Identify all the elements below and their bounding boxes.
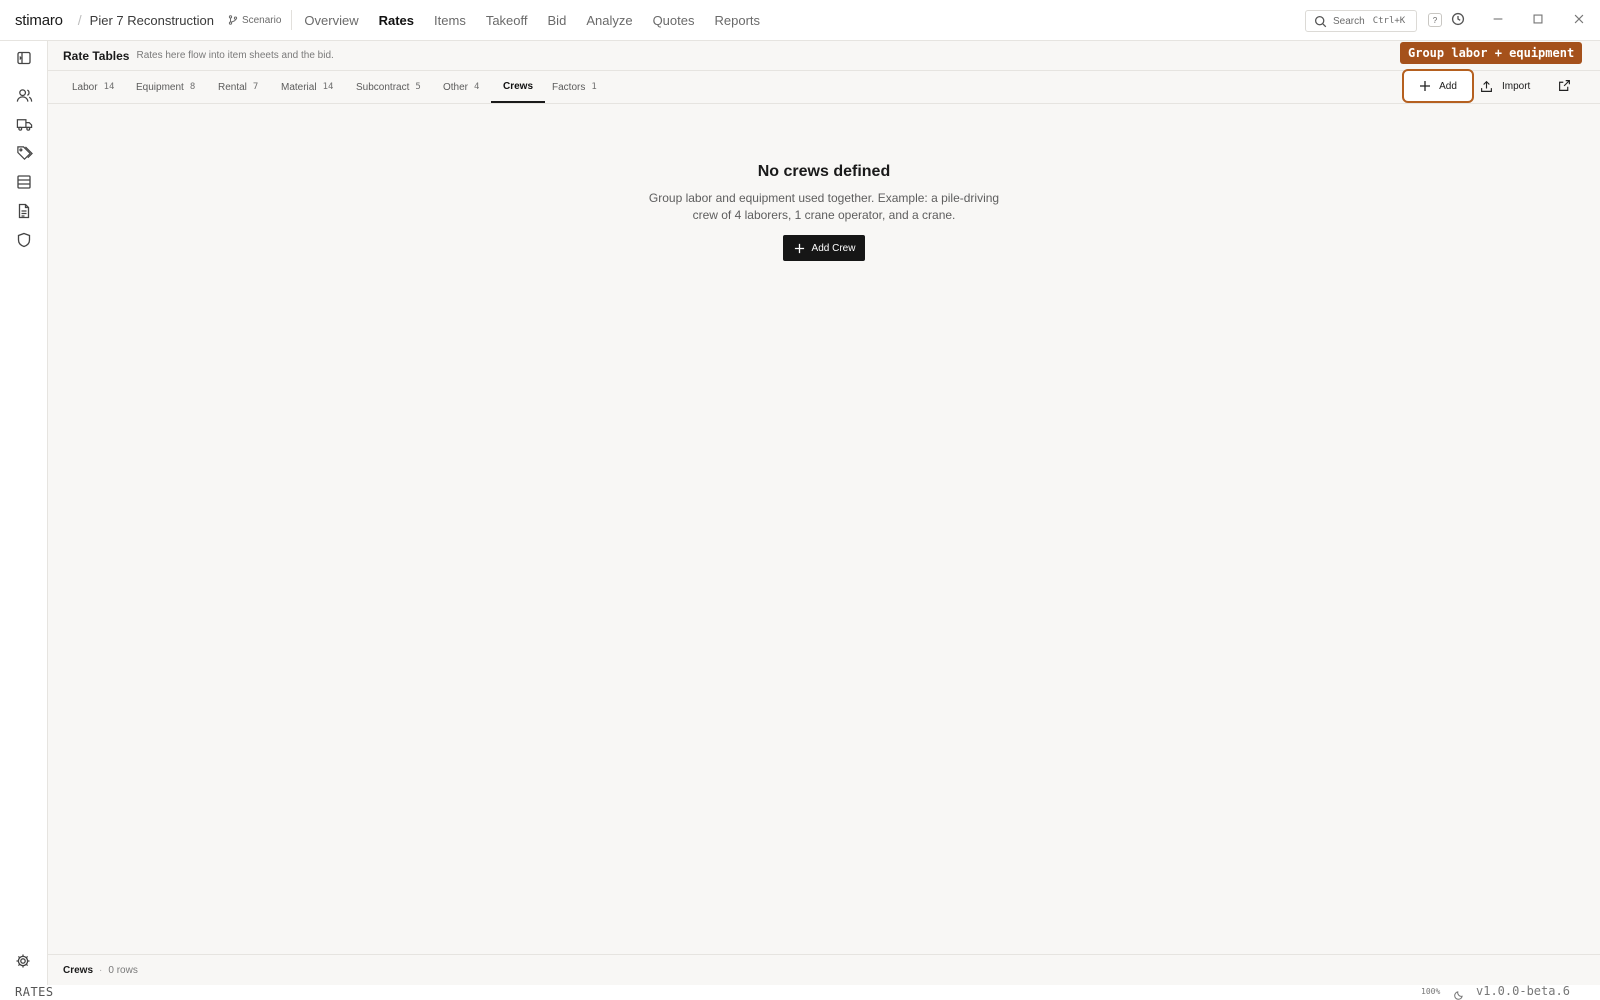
import-button-label: Import xyxy=(1502,80,1531,92)
history-icon[interactable] xyxy=(1451,12,1465,31)
tab-label: Material xyxy=(281,81,317,93)
plus-icon xyxy=(1420,81,1431,91)
branch-icon xyxy=(228,15,238,25)
nav-item-overview[interactable]: Overview xyxy=(304,13,358,28)
tab-material[interactable]: Material 14 xyxy=(281,71,333,103)
nav-item-bid[interactable]: Bid xyxy=(548,13,567,28)
footer-separator: · xyxy=(99,964,103,976)
help-button[interactable]: ? xyxy=(1428,13,1442,27)
users-icon[interactable] xyxy=(15,86,33,104)
shield-icon[interactable] xyxy=(15,231,33,249)
left-rail xyxy=(0,41,48,985)
tab-crews[interactable]: Crews xyxy=(491,71,546,103)
nav-item-takeoff[interactable]: Takeoff xyxy=(486,13,528,28)
theme-toggle-icon[interactable] xyxy=(1454,987,1464,1000)
zoom-level[interactable]: 100% xyxy=(1421,987,1440,996)
page-header: Rate Tables Rates here flow into item sh… xyxy=(48,41,1600,71)
tab-label: Factors xyxy=(552,81,586,93)
nav-item-analyze[interactable]: Analyze xyxy=(586,13,632,28)
settings-icon[interactable] xyxy=(15,953,31,974)
empty-state-title: No crews defined xyxy=(757,163,891,180)
tab-label: Rental xyxy=(218,81,247,93)
tab-label: Crews xyxy=(503,80,534,92)
app-version: v1.0.0-beta.6 xyxy=(1476,984,1570,998)
footer-table-name: Crews xyxy=(63,964,94,976)
tab-equipment[interactable]: Equipment 8 xyxy=(136,71,195,103)
tab-label: Labor xyxy=(72,81,98,93)
tab-count: 8 xyxy=(189,82,196,92)
page-title: Rate Tables xyxy=(63,48,130,63)
tab-factors[interactable]: Factors 1 xyxy=(552,71,597,103)
page-subtitle: Rates here flow into item sheets and the… xyxy=(136,50,334,61)
add-crew-button-label: Add Crew xyxy=(811,242,856,254)
add-button[interactable]: Add xyxy=(1402,69,1474,103)
table-icon[interactable] xyxy=(15,173,33,191)
document-icon[interactable] xyxy=(15,202,33,220)
tab-subcontract[interactable]: Subcontract 5 xyxy=(356,71,421,103)
app-logo[interactable]: stimaro xyxy=(15,12,63,29)
tab-label: Subcontract xyxy=(356,81,410,93)
tooltip: Group labor + equipment xyxy=(1400,42,1583,64)
breadcrumb-separator: / xyxy=(77,12,82,28)
search-icon xyxy=(1314,15,1327,27)
add-crew-button[interactable]: Add Crew xyxy=(782,235,866,261)
tab-count: 4 xyxy=(474,82,480,92)
tab-label: Other xyxy=(443,81,469,93)
tags-icon[interactable] xyxy=(15,144,33,162)
empty-state: No crews defined Group labor and equipme… xyxy=(48,163,1600,261)
nav-item-items[interactable]: Items xyxy=(434,13,466,28)
tab-count: 14 xyxy=(103,82,115,92)
import-button[interactable]: Import xyxy=(1480,74,1530,98)
scenario-button[interactable]: Scenario xyxy=(228,15,281,26)
main-panel: Rate Tables Rates here flow into item sh… xyxy=(48,41,1600,985)
truck-icon[interactable] xyxy=(15,115,33,133)
empty-state-description: Group labor and equipment used together.… xyxy=(648,191,1000,222)
tab-other[interactable]: Other 4 xyxy=(443,71,479,103)
search-label: Search xyxy=(1333,15,1365,27)
tab-count: 7 xyxy=(252,82,259,92)
status-mode: RATES xyxy=(15,985,54,999)
tab-count: 1 xyxy=(591,82,597,92)
table-footer: Crews · 0 rows xyxy=(48,954,1600,985)
panel-toggle-icon[interactable] xyxy=(15,49,33,67)
rate-tabs: Labor 14 Equipment 8 Rental 7 Material 14 Subcon… xyxy=(48,71,1600,104)
external-link-icon[interactable] xyxy=(1558,79,1571,97)
project-name[interactable]: Pier 7 Reconstruction xyxy=(90,13,214,28)
scenario-label: Scenario xyxy=(241,14,282,26)
tab-label: Equipment xyxy=(136,81,184,93)
nav-item-rates[interactable]: Rates xyxy=(379,13,414,28)
close-icon[interactable] xyxy=(1572,12,1586,31)
nav-item-quotes[interactable]: Quotes xyxy=(653,13,695,28)
upload-icon xyxy=(1481,80,1492,92)
main-nav: Overview Rates Items Takeoff Bid Analyze Quote… xyxy=(304,13,780,28)
tab-count: 14 xyxy=(322,82,334,92)
divider xyxy=(291,10,293,30)
nav-item-reports[interactable]: Reports xyxy=(714,13,760,28)
tab-labor[interactable]: Labor 14 xyxy=(72,71,114,103)
plus-icon xyxy=(794,243,804,253)
tab-rental[interactable]: Rental 7 xyxy=(218,71,258,103)
maximize-icon[interactable] xyxy=(1531,12,1545,31)
minimize-icon[interactable] xyxy=(1491,12,1505,31)
footer-row-count: 0 rows xyxy=(108,964,138,976)
tab-count: 5 xyxy=(415,82,421,92)
search-input[interactable]: Search Ctrl+K xyxy=(1305,10,1417,32)
add-button-label: Add xyxy=(1439,80,1457,92)
search-shortcut: Ctrl+K xyxy=(1372,16,1406,26)
status-bar: RATES 100% v1.0.0-beta.6 xyxy=(0,984,1600,1000)
